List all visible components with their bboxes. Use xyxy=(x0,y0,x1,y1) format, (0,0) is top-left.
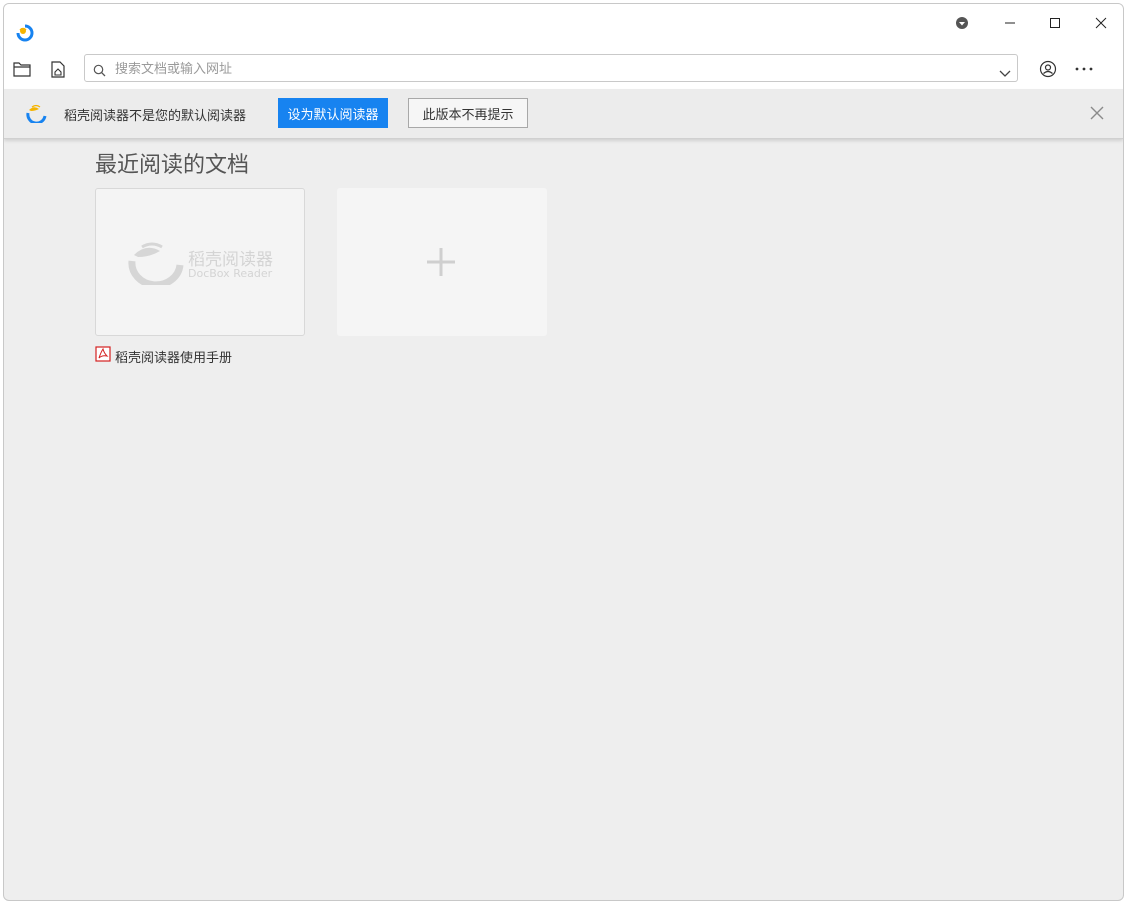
home-icon[interactable] xyxy=(48,59,68,79)
app-window: 稻壳阅读器不是您的默认阅读器 设为默认阅读器 此版本不再提示 最近阅读的文档 稻… xyxy=(3,3,1124,901)
maximize-button[interactable] xyxy=(1032,8,1078,38)
add-document-card[interactable] xyxy=(337,188,547,336)
user-icon[interactable] xyxy=(1038,59,1058,79)
app-logo-icon xyxy=(25,103,49,127)
maximize-icon xyxy=(1050,18,1060,28)
minimize-icon xyxy=(1005,22,1015,24)
search-input[interactable] xyxy=(113,58,987,80)
plus-icon xyxy=(425,246,457,282)
toolbar xyxy=(4,48,1123,89)
chevron-down-icon[interactable] xyxy=(999,63,1011,82)
close-notice-icon[interactable] xyxy=(1089,105,1105,125)
default-reader-notice: 稻壳阅读器不是您的默认阅读器 设为默认阅读器 此版本不再提示 xyxy=(4,89,1123,139)
recent-doc-card[interactable]: 稻壳阅读器 DocBox Reader xyxy=(95,188,305,336)
close-window-button[interactable] xyxy=(1078,8,1123,38)
dismiss-notice-button[interactable]: 此版本不再提示 xyxy=(408,98,528,128)
search-bar xyxy=(84,54,1018,82)
pdf-icon xyxy=(95,346,111,366)
close-icon xyxy=(1095,17,1107,29)
notice-message: 稻壳阅读器不是您的默认阅读器 xyxy=(64,109,247,124)
minimize-button[interactable] xyxy=(987,8,1033,38)
app-logo-icon xyxy=(126,239,184,289)
title-bar xyxy=(4,4,1123,48)
recent-doc-name: 稻壳阅读器使用手册 xyxy=(115,350,233,366)
set-default-button[interactable]: 设为默认阅读器 xyxy=(278,98,388,128)
app-logo-icon xyxy=(15,24,35,44)
thumbnail-subtitle: DocBox Reader xyxy=(188,267,273,280)
more-icon[interactable] xyxy=(1074,59,1094,79)
recent-docs-title: 最近阅读的文档 xyxy=(95,153,250,178)
folder-icon[interactable] xyxy=(12,59,32,79)
search-icon xyxy=(93,62,106,81)
recent-doc-label[interactable]: 稻壳阅读器使用手册 xyxy=(95,346,232,366)
dropdown-circle-icon[interactable] xyxy=(939,8,985,38)
